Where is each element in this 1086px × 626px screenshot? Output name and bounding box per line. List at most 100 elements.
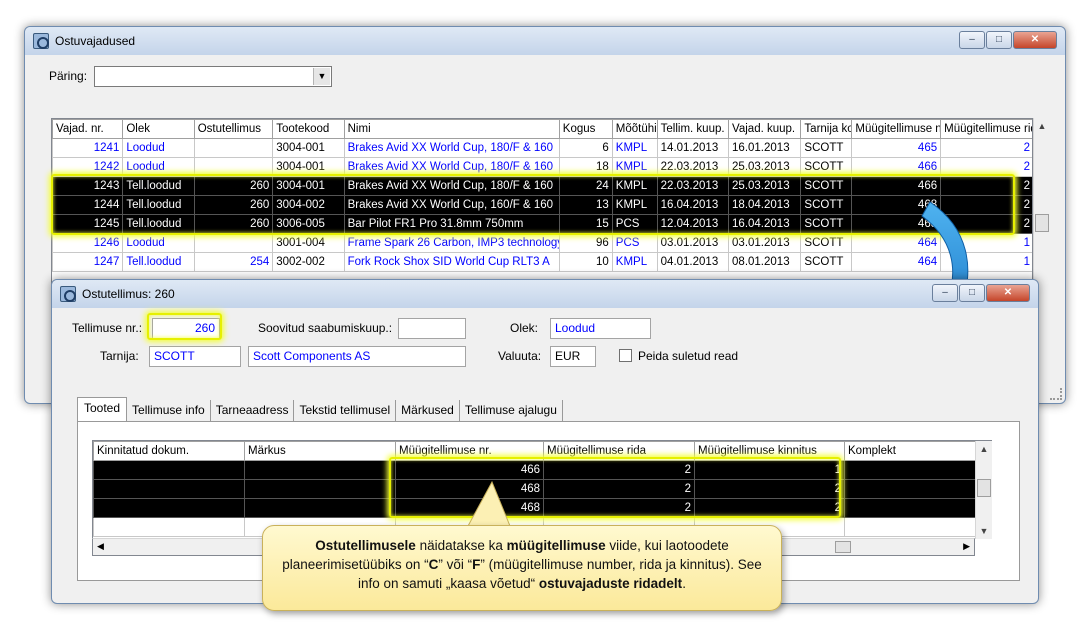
scroll-thumb[interactable]	[977, 479, 991, 497]
lines-scrollbar[interactable]: ▲ ▼	[975, 441, 992, 539]
maximize-icon[interactable]: □	[959, 284, 985, 302]
cell-nimi: Brakes Avid XX World Cup, 180/F & 160	[343, 138, 560, 158]
resize-grip-icon[interactable]	[1050, 388, 1062, 400]
table-row[interactable]: 468 2 2	[93, 498, 991, 518]
lines-column-header[interactable]: Müügitellimuse kinnitus	[694, 441, 845, 461]
cell-vajad: 16.04.2013	[728, 214, 802, 234]
needs-column-header[interactable]: Tarnija kood	[800, 119, 853, 139]
lines-table: Kinnitatud dokum. Märkus Müügitellimuse nr…	[93, 441, 991, 537]
tab-tekstid[interactable]: Tekstid tellimusel	[294, 400, 397, 421]
needs-column-header[interactable]: Ostutellimus	[193, 119, 274, 139]
needs-column-header[interactable]: Vajad. kuup.	[728, 119, 802, 139]
lines-column-header[interactable]: Kinnitatud dokum.	[93, 441, 245, 461]
scroll-left-icon[interactable]: ◀	[97, 541, 104, 552]
table-row[interactable]: 1242 Loodud 3004-001 Brakes Avid XX World C…	[52, 157, 1032, 177]
cell-kogus: 10	[558, 252, 613, 272]
callout-t3: ” või “	[438, 557, 473, 572]
info-callout: Ostutellimusele näidatakse ka müügitelli…	[262, 525, 782, 611]
cell-kood: 3006-005	[272, 214, 345, 234]
needs-column-header[interactable]: Olek	[122, 119, 195, 139]
supplier-code-field[interactable]: SCOTT	[149, 346, 241, 367]
cell-nr: 1244	[52, 195, 124, 215]
cell-markus	[244, 479, 396, 499]
needs-column-header[interactable]: Müügitellimuse nr.	[851, 119, 942, 139]
needs-column-header[interactable]: Tootekood	[272, 119, 345, 139]
table-row[interactable]: 468 2 2	[93, 479, 991, 499]
cell-tellim: 22.03.2013	[656, 176, 730, 196]
query-label: Päring:	[49, 69, 88, 83]
minimize-icon[interactable]: –	[959, 31, 985, 49]
main-titlebar: Ostuvajadused – □ ✕	[25, 27, 1065, 55]
table-row[interactable]: 466 2 1	[93, 460, 991, 480]
cell-komplekt	[844, 460, 991, 480]
cell-kogus: 24	[558, 176, 613, 196]
callout-b2: müügitellimuse	[506, 538, 606, 553]
cell-uhik: KMPL	[611, 138, 658, 158]
needs-column-header[interactable]: Vajad. nr.	[52, 119, 124, 139]
cell-komplekt	[844, 498, 991, 518]
cell-komplekt	[844, 479, 991, 499]
query-combo[interactable]: ▼	[94, 66, 332, 87]
scroll-down-icon[interactable]: ▼	[976, 523, 992, 539]
cell-olek: Tell.loodud	[122, 176, 195, 196]
needs-column-header[interactable]: Tellim. kuup.	[656, 119, 730, 139]
needs-column-header[interactable]: Müügitellimuse rida	[940, 119, 1032, 139]
scroll-right-icon[interactable]: ▶	[963, 541, 970, 552]
wanted-date-field[interactable]	[398, 318, 466, 339]
scroll-up-icon[interactable]: ▲	[976, 441, 992, 457]
needs-column-header[interactable]: Kogus	[558, 119, 613, 139]
lines-column-header[interactable]: Komplekt	[844, 441, 991, 461]
close-icon[interactable]: ✕	[986, 284, 1030, 302]
cell-tellim: 04.01.2013	[656, 252, 730, 272]
table-row[interactable]: 1241 Loodud 3004-001 Brakes Avid XX World C…	[52, 138, 1032, 158]
cell-markus	[244, 460, 396, 480]
cell-ost: 260	[193, 176, 274, 196]
maximize-icon[interactable]: □	[986, 31, 1012, 49]
table-row[interactable]: 1247 Tell.loodud 254 3002-002 Fork Rock Shox…	[52, 252, 1032, 272]
hscroll-thumb[interactable]	[835, 541, 851, 553]
currency-label: Valuuta:	[498, 349, 542, 363]
order-nr-label: Tellimuse nr.:	[72, 321, 143, 335]
table-row[interactable]: 1243 Tell.loodud 260 3004-001 Brakes Avid XX…	[52, 176, 1032, 196]
chevron-down-icon[interactable]: ▼	[313, 68, 330, 85]
cell-tellim: 14.01.2013	[656, 138, 730, 158]
order-tabs: Tooted Tellimuse info Tarneaadress Tekst…	[77, 397, 563, 421]
close-icon[interactable]: ✕	[1013, 31, 1057, 49]
cell-mnr: 465	[851, 138, 942, 158]
order-nr-field[interactable]: 260	[152, 318, 220, 339]
cell-ost: 260	[193, 214, 274, 234]
cell-mrida: 2	[543, 460, 695, 480]
table-row[interactable]: 1246 Loodud 3001-004 Frame Spark 26 Carbon,…	[52, 233, 1032, 253]
cell-nr: 1247	[52, 252, 124, 272]
lines-column-header[interactable]: Müügitellimuse rida	[543, 441, 695, 461]
cell-kogus: 15	[558, 214, 613, 234]
cell-vajad: 08.01.2013	[728, 252, 802, 272]
scroll-up-icon[interactable]: ▲	[1034, 118, 1050, 134]
lines-column-header[interactable]: Müügitellimuse nr.	[395, 441, 544, 461]
table-row[interactable]: 1244 Tell.loodud 260 3004-002 Brakes Avid XX…	[52, 195, 1032, 215]
empty-cell	[93, 517, 245, 537]
needs-column-header[interactable]: Nimi	[343, 119, 560, 139]
currency-field[interactable]: EUR	[550, 346, 596, 367]
hide-closed-checkbox[interactable]	[619, 349, 632, 362]
cell-ost: 260	[193, 195, 274, 215]
tab-ajalugu[interactable]: Tellimuse ajalugu	[460, 400, 563, 421]
cell-kood: 3002-002	[272, 252, 345, 272]
cell-nimi: Brakes Avid XX World Cup, 160/F & 160	[343, 195, 560, 215]
lines-column-header[interactable]: Märkus	[244, 441, 396, 461]
status-field[interactable]: Loodud	[550, 318, 651, 339]
cell-kogus: 13	[558, 195, 613, 215]
minimize-icon[interactable]: –	[932, 284, 958, 302]
cell-uhik: KMPL	[611, 157, 658, 177]
tab-tooted[interactable]: Tooted	[77, 397, 128, 421]
table-row[interactable]: 1245 Tell.loodud 260 3006-005 Bar Pilot FR1 …	[52, 214, 1032, 234]
cell-mrida: 2	[940, 176, 1032, 196]
supplier-name-field[interactable]: Scott Components AS	[248, 346, 466, 367]
tab-markused[interactable]: Märkused	[396, 400, 460, 421]
cell-vajad: 25.03.2013	[728, 157, 802, 177]
cell-nr: 1243	[52, 176, 124, 196]
needs-column-header[interactable]: Mõõtühik	[611, 119, 658, 139]
tab-tarneaadress[interactable]: Tarneaadress	[211, 400, 295, 421]
tab-tellimuse-info[interactable]: Tellimuse info	[127, 400, 211, 421]
cell-ost: 254	[193, 252, 274, 272]
